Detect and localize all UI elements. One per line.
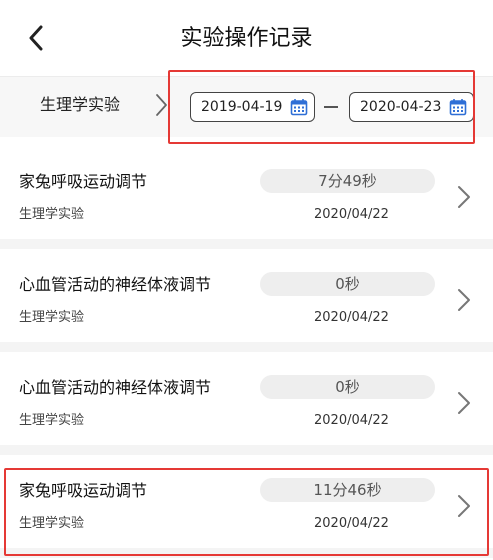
app-header: 实验操作记录	[0, 0, 493, 76]
calendar-icon[interactable]	[290, 98, 308, 116]
record-date: 2020/04/22	[314, 413, 389, 428]
chevron-right-icon[interactable]	[456, 184, 472, 210]
record-subject: 生理学实验	[19, 207, 85, 222]
list-item[interactable]: 心血管活动的神经体液调节 0秒 生理学实验 2020/04/22	[0, 352, 493, 455]
chevron-right-icon[interactable]	[456, 287, 472, 313]
record-date: 2020/04/22	[314, 516, 389, 531]
record-subject: 生理学实验	[19, 516, 85, 531]
start-date-value: 2019-04-19	[201, 99, 283, 115]
duration-badge: 0秒	[260, 375, 435, 399]
filter-bar: 生理学实验 2019-04-19 2020-04-23	[0, 76, 493, 137]
chevron-right-icon[interactable]	[152, 91, 170, 119]
start-date-field[interactable]: 2019-04-19	[190, 92, 315, 122]
record-title: 家兔呼吸运动调节	[19, 172, 148, 191]
end-date-field[interactable]: 2020-04-23	[349, 92, 474, 122]
duration-badge: 7分49秒	[260, 169, 435, 193]
category-selector-label[interactable]: 生理学实验	[40, 93, 120, 117]
record-subject: 生理学实验	[19, 310, 85, 325]
duration-badge: 0秒	[260, 272, 435, 296]
page-title: 实验操作记录	[180, 26, 313, 51]
list-item[interactable]: 心血管活动的神经体液调节 0秒 生理学实验 2020/04/22	[0, 249, 493, 352]
record-list: 家兔呼吸运动调节 7分49秒 生理学实验 2020/04/22 心血管活动的神经…	[0, 146, 493, 558]
duration-badge: 11分46秒	[260, 478, 435, 502]
list-item[interactable]: 家兔呼吸运动调节 11分46秒 生理学实验 2020/04/22	[0, 455, 493, 558]
record-title: 心血管活动的神经体液调节	[19, 275, 212, 294]
record-date: 2020/04/22	[314, 207, 389, 222]
record-title: 心血管活动的神经体液调节	[19, 378, 212, 397]
chevron-right-icon[interactable]	[456, 493, 472, 519]
list-item[interactable]: 家兔呼吸运动调节 7分49秒 生理学实验 2020/04/22	[0, 146, 493, 249]
calendar-icon[interactable]	[449, 98, 467, 116]
chevron-right-icon[interactable]	[456, 390, 472, 416]
record-subject: 生理学实验	[19, 413, 85, 428]
record-title: 家兔呼吸运动调节	[19, 481, 148, 500]
record-date: 2020/04/22	[314, 310, 389, 325]
date-range-separator	[324, 106, 338, 108]
end-date-value: 2020-04-23	[360, 99, 442, 115]
